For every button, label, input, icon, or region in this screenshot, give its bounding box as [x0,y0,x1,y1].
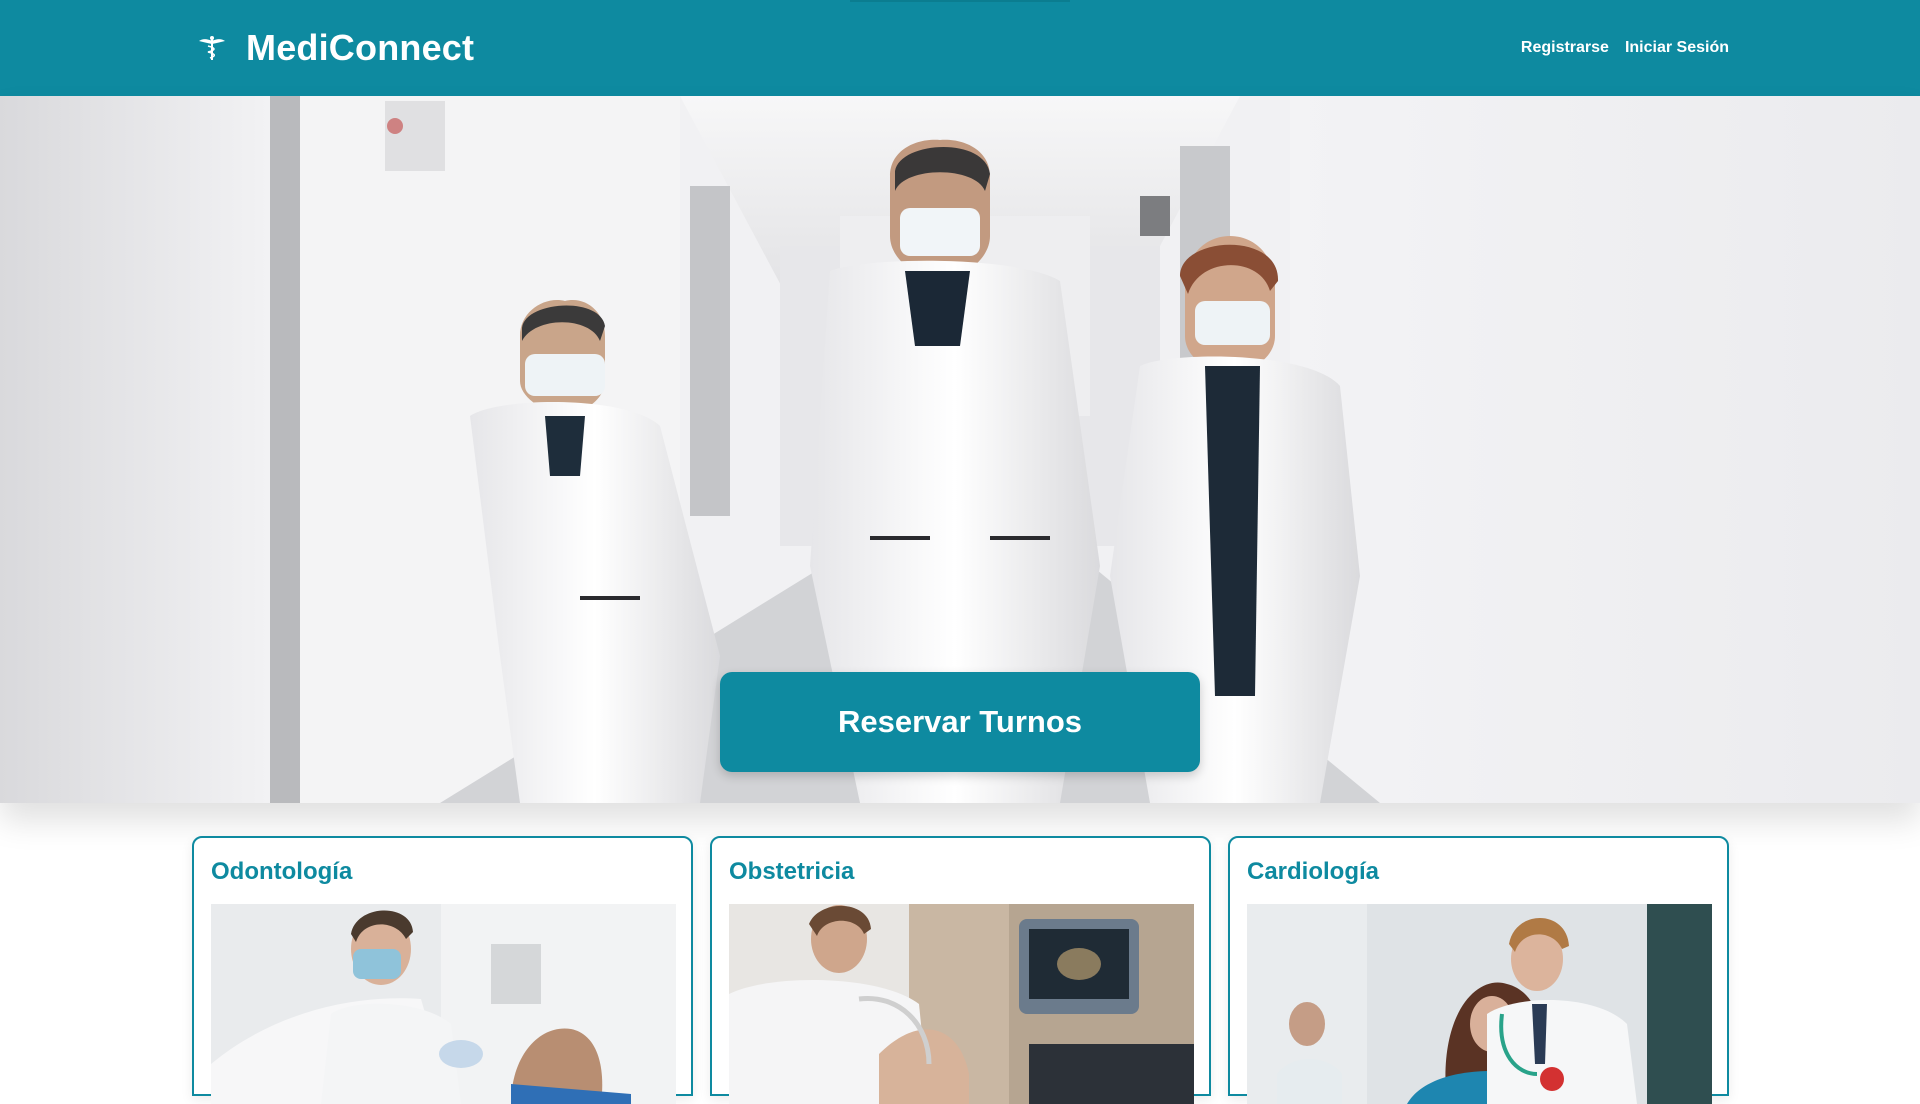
brand-name: MediConnect [246,27,475,68]
service-card-dentistry[interactable]: Odontología [192,836,693,1104]
header-nav: Registrarse Iniciar Sesión [1521,0,1729,96]
service-card-obstetrics[interactable]: Obstetricia [710,836,1211,1104]
ultrasound-photo [729,904,1194,1104]
register-link[interactable]: Registrarse [1521,39,1609,57]
header-highlight [850,0,1070,2]
top-navbar: MediConnect Registrarse Iniciar Sesión [0,0,1920,96]
caduceus-icon [199,36,225,60]
login-link[interactable]: Iniciar Sesión [1625,39,1729,57]
book-appointment-button[interactable]: Reservar Turnos [720,672,1200,772]
cardiology-photo [1247,904,1712,1104]
services-section: Odontología Obstetricia Cardiología [192,836,1729,1104]
hero-banner: Reservar Turnos [0,96,1920,803]
service-card-title: Cardiología [1247,858,1380,885]
brand[interactable]: MediConnect [196,0,474,96]
dentist-photo [211,904,676,1104]
service-card-title: Obstetricia [729,858,855,885]
service-card-title: Odontología [211,858,353,885]
service-card-cardiology[interactable]: Cardiología [1228,836,1729,1104]
